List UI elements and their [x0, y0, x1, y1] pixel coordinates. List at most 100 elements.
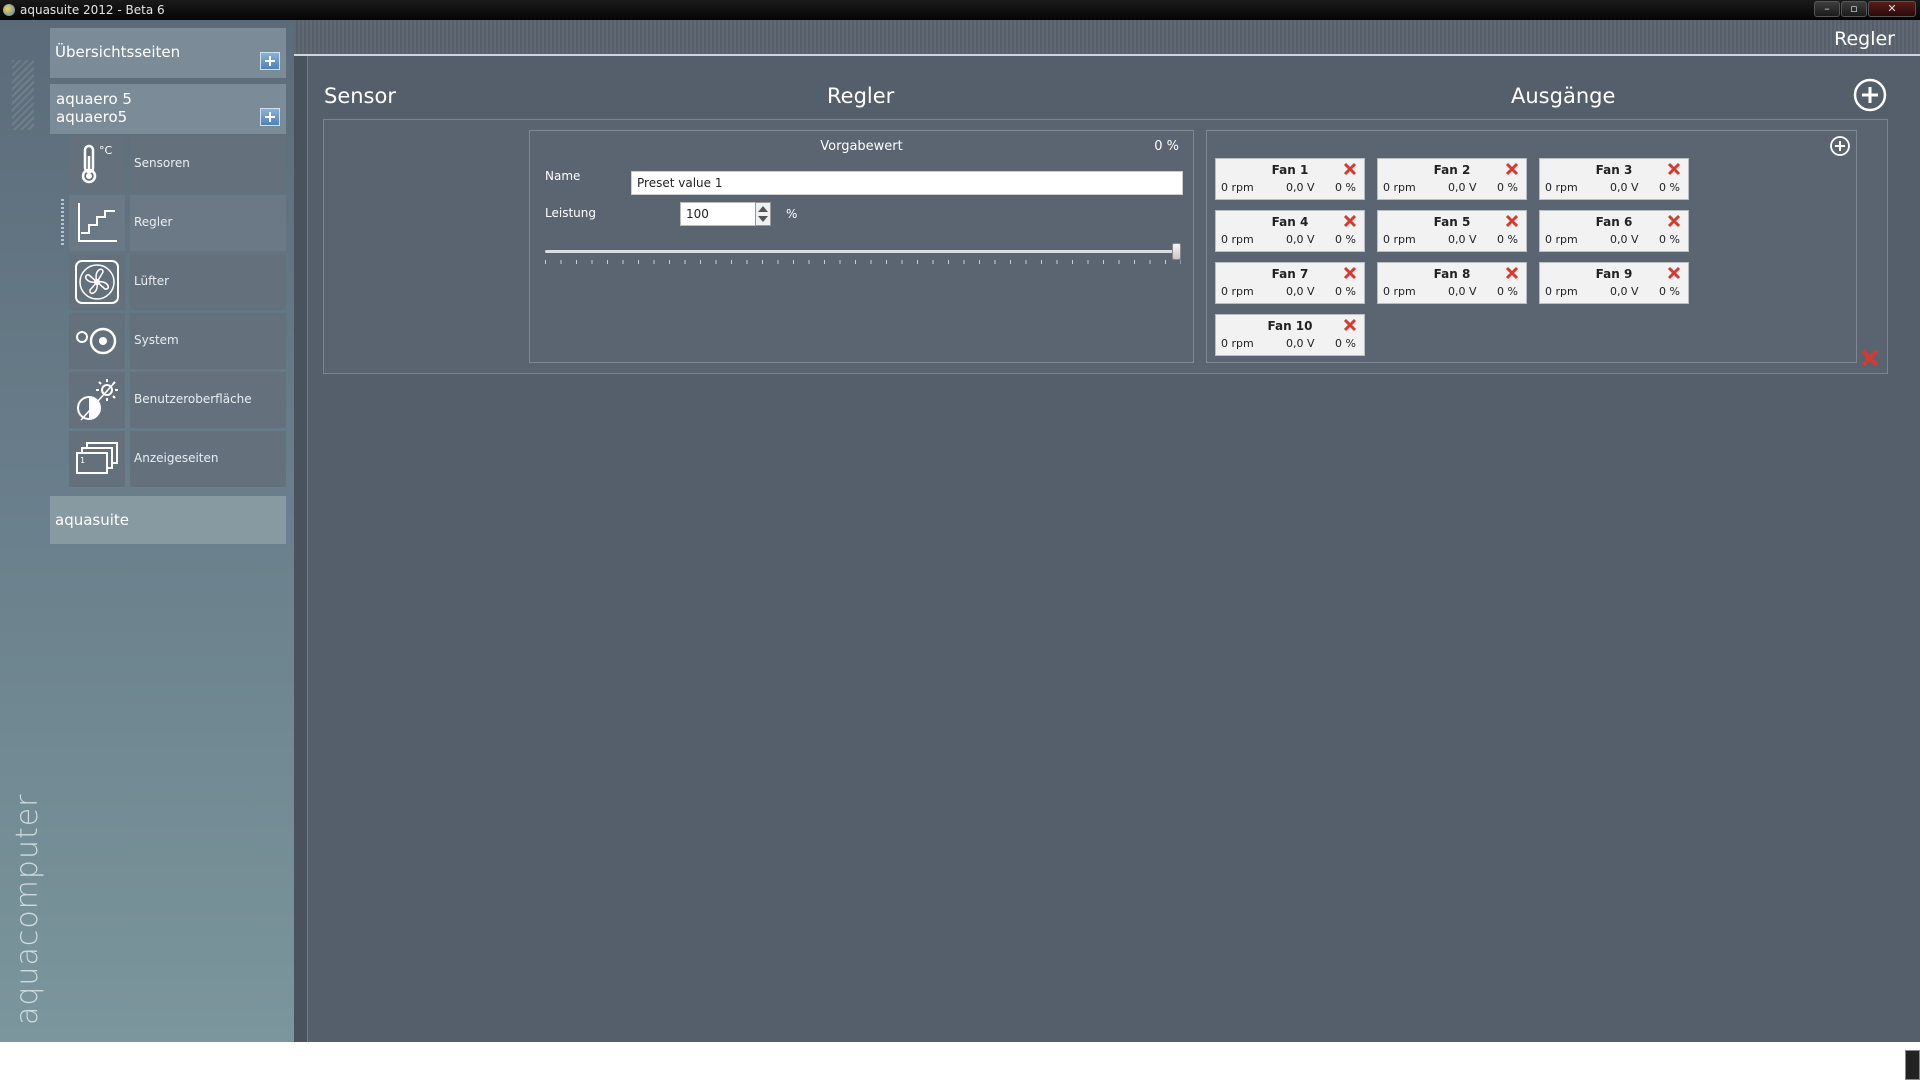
spin-down-icon[interactable] — [758, 216, 768, 222]
slider-track[interactable] — [545, 250, 1181, 253]
status-strip — [0, 1042, 1920, 1080]
resize-grip[interactable] — [1905, 1050, 1920, 1080]
preset-current-value: 0 % — [1154, 139, 1179, 154]
fan-output-tile[interactable]: Fan 8 0 rpm 0,0 V 0 % — [1377, 262, 1527, 304]
brand-logo: aquacomputer — [10, 793, 45, 1025]
fan-output-tile[interactable]: Fan 4 0 rpm 0,0 V 0 % — [1215, 210, 1365, 252]
sidebar-item-label: Regler — [130, 195, 286, 251]
display-pages-icon: 1 — [69, 431, 125, 487]
window-title-bar: aquasuite 2012 - Beta 6 – ▫ ✕ — [0, 0, 1920, 20]
remove-output-icon[interactable] — [1343, 214, 1357, 228]
window-title: aquasuite 2012 - Beta 6 — [20, 3, 165, 17]
sidebar-item-sensoren[interactable]: °C Sensoren — [69, 136, 286, 192]
fan-output-tile[interactable]: Fan 5 0 rpm 0,0 V 0 % — [1377, 210, 1527, 252]
remove-output-icon[interactable] — [1667, 266, 1681, 280]
fan-percent: 0 % — [1497, 181, 1518, 194]
power-slider[interactable] — [545, 241, 1181, 271]
fan-percent: 0 % — [1659, 285, 1680, 298]
sidebar-item-system[interactable]: System — [69, 313, 286, 369]
sidebar-item-luefter[interactable]: Lüfter — [69, 254, 286, 310]
preset-title: Vorgabewert — [820, 139, 903, 154]
svg-text:°C: °C — [99, 144, 113, 157]
minimize-button[interactable]: – — [1814, 1, 1840, 17]
fan-rpm: 0 rpm — [1221, 233, 1254, 246]
close-window-button[interactable]: ✕ — [1868, 1, 1916, 17]
slider-ticks — [545, 260, 1181, 264]
fan-rpm: 0 rpm — [1221, 337, 1254, 350]
device-model-label: aquaero 5 — [56, 90, 132, 108]
fan-name: Fan 6 — [1595, 215, 1633, 229]
add-controller-icon[interactable] — [1853, 78, 1887, 112]
maximize-button[interactable]: ▫ — [1841, 1, 1867, 17]
remove-output-icon[interactable] — [1667, 214, 1681, 228]
remove-output-icon[interactable] — [1505, 214, 1519, 228]
power-spinner[interactable] — [755, 202, 771, 226]
sidebar-item-regler[interactable]: Regler — [61, 195, 286, 251]
fan-percent: 0 % — [1659, 181, 1680, 194]
preset-value-panel: Vorgabewert 0 % Name Leistung % — [529, 130, 1194, 363]
app-logo-icon — [3, 4, 15, 16]
column-title-sensor: Sensor — [324, 84, 396, 108]
power-value-input[interactable] — [680, 202, 756, 226]
fan-name: Fan 9 — [1595, 267, 1633, 281]
remove-output-icon[interactable] — [1343, 266, 1357, 280]
fan-output-tile[interactable]: Fan 6 0 rpm 0,0 V 0 % — [1539, 210, 1689, 252]
fan-voltage: 0,0 V — [1448, 285, 1477, 298]
fan-name: Fan 4 — [1271, 215, 1309, 229]
add-output-icon[interactable] — [1829, 135, 1851, 157]
fan-rpm: 0 rpm — [1221, 181, 1254, 194]
remove-controller-icon[interactable] — [1860, 348, 1880, 368]
remove-output-icon[interactable] — [1343, 162, 1357, 176]
sidebar-item-label: Sensoren — [130, 136, 286, 192]
fan-rpm: 0 rpm — [1545, 285, 1578, 298]
fan-output-tile[interactable]: Fan 7 0 rpm 0,0 V 0 % — [1215, 262, 1365, 304]
device-header[interactable]: aquaero 5 aquaero5 — [50, 84, 286, 134]
system-gears-icon — [69, 313, 125, 369]
fan-output-tile[interactable]: Fan 2 0 rpm 0,0 V 0 % — [1377, 158, 1527, 200]
fan-voltage: 0,0 V — [1448, 181, 1477, 194]
fan-rpm: 0 rpm — [1383, 233, 1416, 246]
aquasuite-header[interactable]: aquasuite — [50, 496, 286, 544]
sidebar-item-label: Lüfter — [130, 254, 286, 310]
fan-percent: 0 % — [1335, 337, 1356, 350]
device-settings-icon[interactable] — [260, 108, 280, 126]
fan-voltage: 0,0 V — [1286, 285, 1315, 298]
add-overview-icon[interactable] — [260, 52, 280, 70]
page-title: Regler — [1834, 28, 1895, 50]
sidebar: Übersichtsseiten aquaero 5 aquaero5 °C S… — [0, 20, 294, 1042]
sidebar-item-label: System — [130, 313, 286, 369]
remove-output-icon[interactable] — [1667, 162, 1681, 176]
remove-output-icon[interactable] — [1505, 266, 1519, 280]
name-label: Name — [545, 169, 581, 183]
fan-output-tile[interactable]: Fan 1 0 rpm 0,0 V 0 % — [1215, 158, 1365, 200]
fan-voltage: 0,0 V — [1286, 233, 1315, 246]
fan-voltage: 0,0 V — [1610, 285, 1639, 298]
sidebar-item-anzeigeseiten[interactable]: 1 Anzeigeseiten — [69, 431, 286, 487]
remove-output-icon[interactable] — [1505, 162, 1519, 176]
spin-up-icon[interactable] — [758, 206, 768, 212]
fan-name: Fan 8 — [1433, 267, 1471, 281]
fan-output-tile[interactable]: Fan 9 0 rpm 0,0 V 0 % — [1539, 262, 1689, 304]
fan-rpm: 0 rpm — [1545, 181, 1578, 194]
main-left-border — [294, 56, 308, 1042]
sidebar-item-benutzeroberflaeche[interactable]: Benutzeroberfläche — [69, 372, 286, 428]
sidebar-item-label: Anzeigeseiten — [130, 431, 286, 487]
overview-pages-header[interactable]: Übersichtsseiten — [50, 28, 286, 78]
fan-percent: 0 % — [1659, 233, 1680, 246]
column-title-outputs: Ausgänge — [1511, 84, 1616, 108]
fan-percent: 0 % — [1497, 285, 1518, 298]
fan-percent: 0 % — [1335, 285, 1356, 298]
slider-thumb[interactable] — [1172, 243, 1181, 260]
fan-name: Fan 3 — [1595, 163, 1633, 177]
overview-pages-label: Übersichtsseiten — [55, 43, 181, 61]
fan-rpm: 0 rpm — [1383, 285, 1416, 298]
remove-output-icon[interactable] — [1343, 318, 1357, 332]
preset-name-input[interactable] — [631, 171, 1183, 195]
column-title-regler: Regler — [827, 84, 895, 108]
fan-name: Fan 7 — [1271, 267, 1309, 281]
thermometer-icon: °C — [69, 136, 125, 192]
sidebar-collapse-handle[interactable] — [12, 60, 34, 130]
fan-output-tile[interactable]: Fan 3 0 rpm 0,0 V 0 % — [1539, 158, 1689, 200]
fan-output-tile[interactable]: Fan 10 0 rpm 0,0 V 0 % — [1215, 314, 1365, 356]
fan-name: Fan 5 — [1433, 215, 1471, 229]
